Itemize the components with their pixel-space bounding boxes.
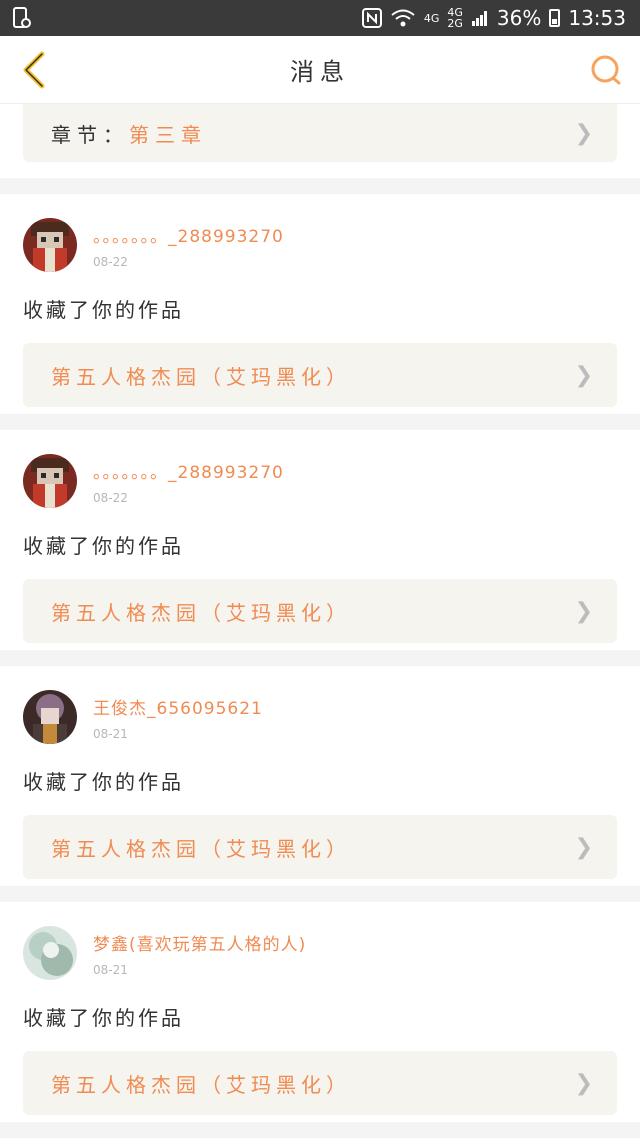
message-text: 收藏了你的作品 [23, 534, 184, 558]
work-title: 第五人格杰园（艾玛黑化） [51, 836, 351, 861]
message-date: 08-21 [93, 963, 128, 977]
chevron-right-icon: ❯ [574, 834, 593, 860]
message-text: 收藏了你的作品 [23, 298, 184, 322]
chevron-right-icon: ❯ [574, 1070, 593, 1096]
work-title: 第五人格杰园（艾玛黑化） [51, 1072, 351, 1097]
chapter-label: 章节： [51, 122, 129, 147]
message-item: 王俊杰_656095621 08-21 收藏了你的作品 第五人格杰园（艾玛黑化）… [0, 666, 640, 886]
username[interactable]: 。。。。。。。_288993270 [93, 222, 284, 247]
avatar[interactable] [23, 218, 77, 272]
message-text: 收藏了你的作品 [23, 1006, 184, 1030]
message-date: 08-21 [93, 727, 128, 741]
avatar[interactable] [23, 926, 77, 980]
chevron-right-icon: ❯ [574, 120, 593, 146]
network-type-label-3: 2G [447, 17, 463, 30]
clock: 13:53 [568, 6, 626, 30]
status-bar: 4G 4G 2G 36% 13:53 [0, 0, 640, 36]
message-date: 08-22 [93, 255, 128, 269]
work-link[interactable]: 第五人格杰园（艾玛黑化） ❯ [23, 815, 617, 879]
username[interactable]: 王俊杰_656095621 [93, 694, 263, 719]
chevron-right-icon: ❯ [574, 362, 593, 388]
nav-bar: 消息 [0, 36, 640, 104]
work-link[interactable]: 第五人格杰园（艾玛黑化） ❯ [23, 1051, 617, 1115]
chevron-right-icon: ❯ [574, 598, 593, 624]
network-type-label: 4G [423, 11, 440, 25]
work-title: 第五人格杰园（艾玛黑化） [51, 600, 351, 625]
message-item: 。。。。。。。_288993270 08-22 收藏了你的作品 第五人格杰园（艾… [0, 194, 640, 414]
work-title: 第五人格杰园（艾玛黑化） [51, 364, 351, 389]
message-item: 。。。。。。。_288993270 08-22 收藏了你的作品 第五人格杰园（艾… [0, 430, 640, 650]
username[interactable]: 。。。。。。。_288993270 [93, 458, 284, 483]
chapter-card: 章节：第三章 ❯ [0, 104, 640, 178]
avatar[interactable] [23, 454, 77, 508]
chapter-link[interactable]: 章节：第三章 ❯ [23, 104, 617, 162]
nfc-icon [361, 8, 382, 28]
work-link[interactable]: 第五人格杰园（艾玛黑化） ❯ [23, 579, 617, 643]
message-item: 梦鑫(喜欢玩第五人格的人) 08-21 收藏了你的作品 第五人格杰园（艾玛黑化）… [0, 902, 640, 1122]
battery-icon [549, 9, 561, 27]
message-date: 08-22 [93, 491, 128, 505]
search-button[interactable] [586, 50, 626, 90]
chapter-value: 第三章 [129, 122, 207, 147]
signal-icon [471, 11, 487, 26]
chevron-left-icon [23, 51, 45, 88]
search-icon [591, 55, 621, 84]
wifi-icon [391, 9, 415, 27]
username[interactable]: 梦鑫(喜欢玩第五人格的人) [93, 930, 306, 955]
phone-settings-icon [13, 7, 31, 28]
back-button[interactable] [14, 50, 54, 90]
work-link[interactable]: 第五人格杰园（艾玛黑化） ❯ [23, 343, 617, 407]
page-title: 消息 [290, 58, 350, 86]
message-text: 收藏了你的作品 [23, 770, 184, 794]
battery-percent: 36% [496, 6, 542, 30]
avatar[interactable] [23, 690, 77, 744]
